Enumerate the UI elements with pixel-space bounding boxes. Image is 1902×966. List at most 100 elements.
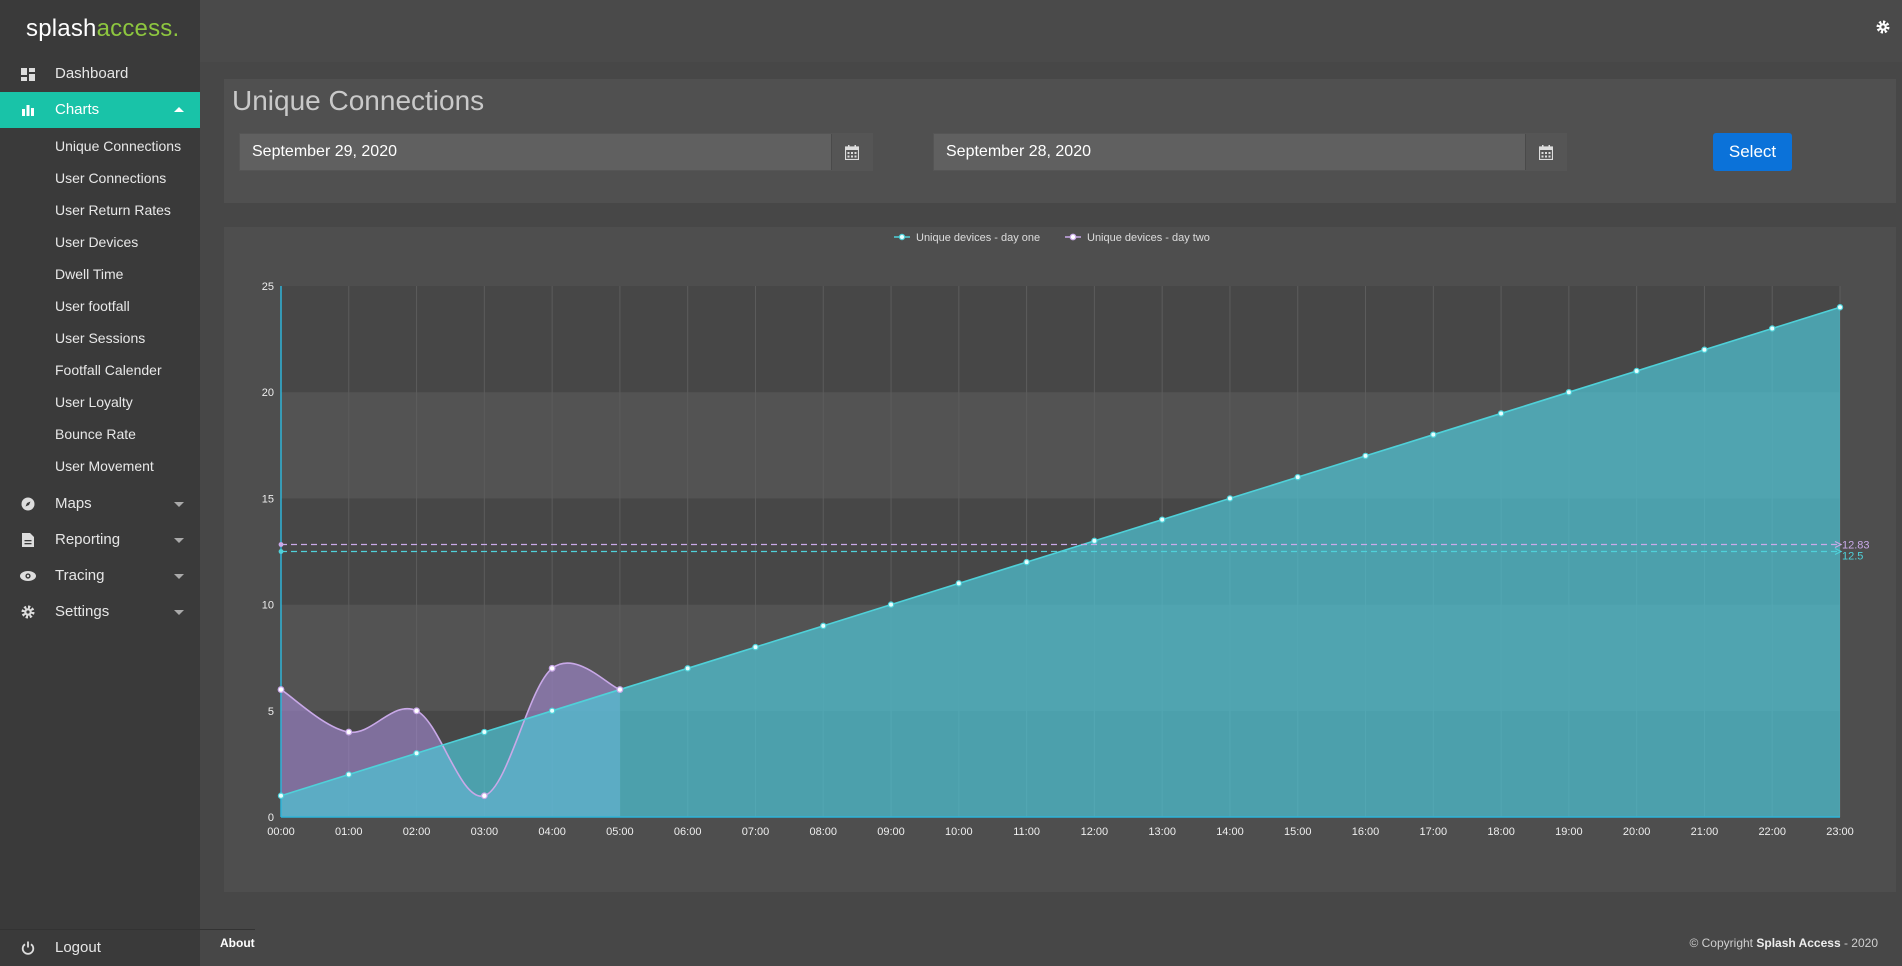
series-day-two-point (345, 728, 353, 736)
gear-icon (19, 594, 37, 630)
x-tick-label: 00:00 (267, 826, 295, 838)
x-tick-label: 10:00 (945, 826, 973, 838)
series-day-one-point (1769, 325, 1776, 332)
submenu-item-bounce-rate[interactable]: Bounce Rate (0, 418, 200, 450)
sidebar-item-label: Charts (55, 101, 100, 118)
series-day-one-point (413, 750, 420, 757)
submenu-item-user-return-rates[interactable]: User Return Rates (0, 194, 200, 226)
submenu-item-user-sessions[interactable]: User Sessions (0, 322, 200, 354)
settings-gear-icon[interactable] (1876, 20, 1892, 36)
series-day-one-point (1091, 537, 1098, 545)
sidebar-item-charts[interactable]: Charts (0, 92, 200, 128)
sidebar-item-label: Dashboard (55, 65, 129, 82)
filter-panel: Unique Connections Select (224, 79, 1896, 203)
series-day-one-point (955, 580, 963, 587)
submenu-item-user-footfall[interactable]: User footfall (0, 290, 200, 322)
chart-panel: 0 5 10 15 20 25 00:00 01:00 02:00 03:00 04:00 05:00… (224, 227, 1896, 892)
x-tick-label: 15:00 (1284, 826, 1312, 838)
copyright-prefix: © Copyright (1689, 936, 1754, 950)
footer-about-link[interactable]: About (220, 936, 255, 950)
series-day-one-point (548, 707, 556, 714)
series-day-two-point (413, 707, 420, 715)
average-marker-day-two (278, 542, 284, 547)
x-tick-label: 06:00 (674, 826, 702, 838)
charts-submenu: Unique Connections User Connections User… (0, 128, 200, 486)
sidebar-item-dashboard[interactable]: Dashboard (0, 56, 200, 92)
y-tick-label: 10 (262, 600, 274, 612)
series-day-two-point (548, 664, 556, 672)
series-day-one-point (345, 771, 352, 778)
sidebar-item-label: Maps (55, 495, 92, 512)
date-one-input[interactable] (240, 134, 832, 170)
series-day-two-point (277, 686, 285, 693)
x-tick-label: 20:00 (1623, 826, 1651, 838)
legend-marker-day-two (1069, 233, 1077, 241)
chevron-down-icon (174, 574, 184, 579)
average-marker-day-one (278, 549, 284, 554)
x-tick-label: 17:00 (1420, 826, 1448, 838)
series-day-one-point (752, 643, 759, 651)
submenu-item-user-loyalty[interactable]: User Loyalty (0, 386, 200, 418)
series-day-one-point (1836, 304, 1844, 311)
x-tick-label: 01:00 (335, 826, 363, 838)
series-day-one-point (887, 601, 895, 608)
x-tick-label: 19:00 (1555, 826, 1583, 838)
x-tick-label: 03:00 (471, 826, 499, 838)
unique-connections-chart: 0 5 10 15 20 25 00:00 01:00 02:00 03:00 04:00 05:00… (262, 232, 1870, 838)
calendar-icon[interactable] (831, 134, 872, 170)
sidebar-item-label: Tracing (55, 567, 105, 584)
series-day-one-point (684, 665, 691, 672)
sidebar-item-tracing[interactable]: Tracing (0, 558, 200, 594)
legend-label-day-two: Unique devices - day two (1087, 232, 1210, 244)
sidebar-item-reporting[interactable]: Reporting (0, 522, 200, 558)
logout-label: Logout (55, 939, 101, 956)
power-icon (19, 930, 37, 966)
x-tick-label: 14:00 (1216, 826, 1244, 838)
series-day-one-point (1633, 367, 1640, 375)
copyright-suffix: - 2020 (1840, 936, 1878, 950)
y-tick-label: 25 (262, 281, 274, 293)
series-day-one-point (1158, 516, 1166, 523)
sidebar-item-maps[interactable]: Maps (0, 486, 200, 522)
x-tick-label: 21:00 (1691, 826, 1719, 838)
series-day-one-point (1226, 495, 1234, 502)
logout-button[interactable]: Logout (0, 929, 255, 966)
submenu-item-user-movement[interactable]: User Movement (0, 450, 200, 482)
x-tick-label: 07:00 (742, 826, 770, 838)
series-day-one-point (1497, 410, 1505, 417)
average-label-day-one: 12.5 (1842, 551, 1863, 563)
date-picker-two (933, 133, 1567, 171)
brand-part1: splash (26, 15, 97, 42)
chevron-down-icon (174, 538, 184, 543)
x-tick-label: 05:00 (606, 826, 634, 838)
legend-label-day-one: Unique devices - day one (916, 232, 1040, 244)
x-tick-label: 09:00 (877, 826, 905, 838)
bar-chart-icon (19, 92, 37, 128)
select-button[interactable]: Select (1713, 133, 1792, 171)
copyright-brand: Splash Access (1756, 936, 1841, 950)
y-tick-label: 20 (262, 387, 274, 399)
series-day-two-point (616, 686, 624, 693)
date-picker-one (239, 133, 873, 171)
chevron-down-icon (174, 502, 184, 507)
calendar-icon[interactable] (1525, 134, 1566, 170)
sidebar-item-settings[interactable]: Settings (0, 594, 200, 630)
submenu-item-footfall-calender[interactable]: Footfall Calender (0, 354, 200, 386)
submenu-item-dwell-time[interactable]: Dwell Time (0, 258, 200, 290)
series-day-one-point (1294, 473, 1301, 481)
series-day-one-point (1430, 431, 1437, 438)
x-tick-label: 23:00 (1826, 826, 1854, 838)
submenu-item-user-devices[interactable]: User Devices (0, 226, 200, 258)
x-tick-label: 11:00 (1013, 826, 1040, 838)
y-tick-label: 15 (262, 493, 274, 505)
submenu-item-user-connections[interactable]: User Connections (0, 162, 200, 194)
series-day-one-point (820, 622, 827, 630)
submenu-item-unique-connections[interactable]: Unique Connections (0, 130, 200, 162)
brand-logo[interactable]: splashaccess. (0, 0, 200, 58)
x-tick-label: 18:00 (1487, 826, 1515, 838)
grid-band (281, 286, 1840, 393)
x-tick-label: 04:00 (538, 826, 566, 838)
legend-marker-day-one (898, 233, 906, 241)
date-two-input[interactable] (934, 134, 1526, 170)
series-day-two-point (480, 792, 488, 800)
